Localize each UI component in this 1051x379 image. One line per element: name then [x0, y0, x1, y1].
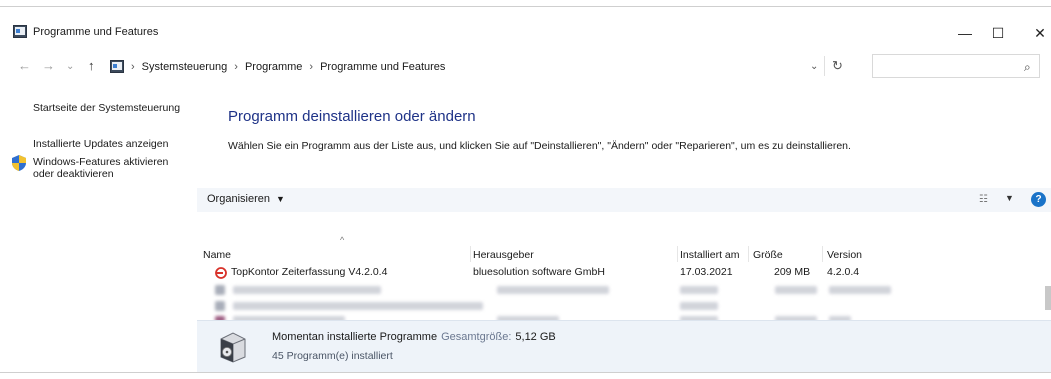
list-scrollbar[interactable] [1045, 246, 1051, 326]
program-name: TopKontor Zeiterfassung V4.2.0.4 [231, 266, 388, 278]
control-panel-icon [13, 25, 27, 38]
details-size-value: 5,12 GB [515, 331, 556, 343]
redacted-name [233, 302, 483, 310]
column-header-version[interactable]: Version [827, 249, 862, 261]
search-input[interactable] [872, 54, 1040, 78]
redacted-name [233, 286, 381, 294]
redacted-publisher [497, 286, 609, 294]
address-dropdown-icon[interactable]: ⌄ [810, 61, 818, 72]
view-options-icon[interactable]: ☷ [979, 194, 988, 205]
details-title: Momentan installierte Programme [272, 331, 438, 343]
program-installed-on: 17.03.2021 [680, 266, 733, 278]
search-icon[interactable]: ⌕ [1024, 60, 1043, 75]
close-button[interactable]: ✕ [1020, 20, 1051, 46]
redacted-date [680, 302, 718, 310]
breadcrumb-separator: › [309, 61, 314, 73]
column-header-size[interactable]: Größe [753, 249, 783, 261]
sort-ascending-icon: ^ [340, 235, 345, 245]
program-version: 4.2.0.4 [827, 266, 860, 278]
redacted-icon [215, 301, 225, 311]
address-divider [824, 56, 825, 76]
column-header-publisher[interactable]: Herausgeber [473, 249, 534, 261]
breadcrumb-systemsteuerung[interactable]: Systemsteuerung [142, 61, 228, 73]
redacted-size [775, 286, 817, 294]
title-bar: Programme und Features — ☐ ✕ [0, 18, 1051, 50]
up-icon[interactable]: ↑ [88, 58, 95, 73]
scrollbar-thumb[interactable] [1045, 286, 1051, 310]
control-panel-icon [110, 60, 124, 73]
redacted-date [680, 286, 718, 294]
topkontor-app-icon [215, 267, 227, 279]
shield-icon [12, 155, 26, 171]
program-publisher: bluesolution software GmbH [473, 266, 605, 278]
breadcrumb-separator: › [234, 61, 238, 73]
help-icon[interactable]: ? [1031, 192, 1046, 207]
forward-icon[interactable]: → [42, 58, 55, 73]
column-header-name[interactable]: Name [203, 249, 231, 261]
sidebar-link-installed-updates[interactable]: Installierte Updates anzeigen [33, 138, 168, 150]
maximize-button[interactable]: ☐ [978, 20, 1018, 46]
sidebar: Startseite der Systemsteuerung Installie… [0, 82, 200, 372]
back-icon[interactable]: ← [18, 58, 31, 73]
details-program-count: 45 Programm(e) installiert [272, 350, 393, 362]
sidebar-link-windows-features[interactable]: Windows-Features aktivieren oder deaktiv… [33, 156, 168, 180]
page-title: Programm deinstallieren oder ändern [228, 108, 476, 125]
details-size-label: Gesamtgröße: [441, 331, 512, 343]
program-size: 209 MB [774, 266, 811, 278]
breadcrumb-separator: › [131, 61, 135, 73]
page-description: Wählen Sie ein Programm aus der Liste au… [228, 140, 851, 152]
table-row-redacted[interactable] [197, 299, 1037, 314]
refresh-icon[interactable]: ↻ [832, 58, 843, 74]
sidebar-link-windows-features-line2: oder deaktivieren [33, 168, 114, 180]
organize-button[interactable]: Organisieren ▼ [207, 193, 285, 205]
chevron-down-icon: ▼ [275, 194, 285, 204]
column-header-installed-on[interactable]: Installiert am [680, 249, 740, 261]
column-divider[interactable] [748, 246, 749, 262]
table-row[interactable]: TopKontor Zeiterfassung V4.2.0.4 bluesol… [197, 266, 1037, 281]
breadcrumb-programme-und-features[interactable]: Programme und Features [320, 61, 445, 73]
column-divider[interactable] [677, 246, 678, 262]
sidebar-link-home[interactable]: Startseite der Systemsteuerung [33, 102, 180, 114]
breadcrumb: › Systemsteuerung › Programme › Programme und… [131, 61, 445, 73]
window-title: Programme und Features [33, 26, 159, 38]
redacted-icon [215, 285, 225, 295]
details-title-line: Momentan installierte Programme Gesamtgrö… [272, 331, 556, 343]
top-frame-edge [0, 0, 1051, 7]
sidebar-link-windows-features-line1: Windows-Features aktivieren [33, 156, 169, 168]
address-bar: ← → ⌄ ↑ › Systemsteuerung › Programme › Progr… [0, 52, 1051, 82]
table-row-redacted[interactable] [197, 283, 1037, 298]
recent-locations-icon[interactable]: ⌄ [66, 61, 74, 72]
command-toolbar: Organisieren ▼ ☷ ▼ ? [197, 188, 1051, 212]
details-pane: Momentan installierte Programme Gesamtgrö… [197, 320, 1051, 373]
organize-label: Organisieren [207, 193, 270, 205]
chevron-down-icon[interactable]: ▼ [1005, 193, 1014, 203]
installer-box-icon [220, 332, 246, 363]
redacted-version [829, 286, 891, 294]
column-divider[interactable] [470, 246, 471, 262]
breadcrumb-programme[interactable]: Programme [245, 61, 302, 73]
column-divider[interactable] [822, 246, 823, 262]
